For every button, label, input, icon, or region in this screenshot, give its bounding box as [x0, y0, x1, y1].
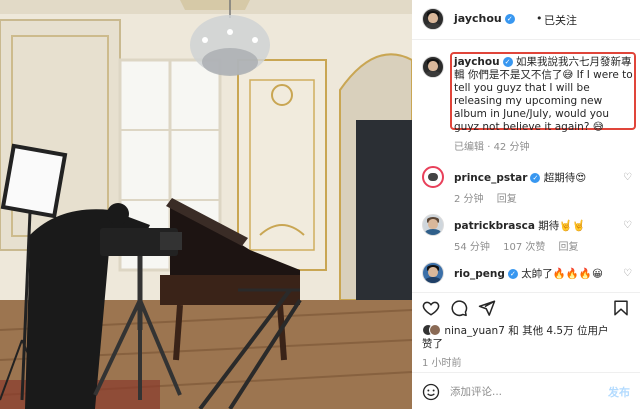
likes-line2: 赞了: [422, 338, 443, 350]
caption-meta-dot: ·: [487, 142, 491, 153]
verified-badge-icon: ✓: [502, 57, 513, 67]
comment-body: 期待🤘🤘: [538, 220, 586, 232]
comment-like-heart-icon[interactable]: ♡: [623, 268, 632, 279]
comment-body: 太帥了🔥🔥🔥😀: [521, 268, 603, 280]
likes-summary[interactable]: nina_yuan7 和 其他 4.5万 位用户 赞了: [422, 324, 634, 351]
caption-age: 42 分钟: [493, 142, 530, 153]
comment-age: 54 分钟: [454, 242, 490, 253]
verified-badge-icon: ✓: [504, 14, 515, 24]
comment-username[interactable]: patrickbrasca: [454, 220, 535, 232]
post-header: jaychou ✓ • 已关注: [412, 0, 640, 40]
verified-badge-icon: ✓: [507, 269, 518, 279]
follow-status-button[interactable]: 已关注: [544, 12, 577, 28]
add-comment-bar: 发布: [412, 372, 640, 409]
caption-username[interactable]: jaychou: [454, 56, 500, 68]
verified-badge-icon: ✓: [530, 173, 541, 183]
comment-username[interactable]: rio_peng: [454, 268, 505, 280]
post-comment-button[interactable]: 发布: [608, 384, 630, 400]
bookmark-icon[interactable]: [612, 299, 630, 317]
comment-icon[interactable]: [450, 299, 468, 317]
commenter-avatar[interactable]: [422, 166, 444, 188]
caption-edited-label: 已编辑: [454, 142, 484, 153]
post-panel: jaychou ✓ • 已关注 jaychou ✓ 如果我說我六七月發新專輯 你們是…: [412, 0, 640, 409]
comment-username[interactable]: prince_pstar: [454, 172, 527, 184]
comment-like-heart-icon[interactable]: ♡: [623, 172, 632, 183]
comment-age: 2 分钟: [454, 194, 484, 205]
liker-avatar: [429, 324, 441, 336]
caption-author-avatar[interactable]: [422, 56, 444, 78]
share-icon[interactable]: [478, 299, 496, 317]
reply-button[interactable]: 回复: [559, 242, 579, 253]
action-bar: [412, 292, 640, 320]
comment-body: 超期待😍: [543, 172, 587, 184]
comment-like-heart-icon[interactable]: ♡: [623, 220, 632, 231]
caption-meta: 已编辑 · 42 分钟: [454, 138, 529, 153]
post-photo[interactable]: [0, 0, 412, 409]
header-separator: •: [536, 12, 543, 25]
commenter-avatar[interactable]: [422, 214, 444, 236]
comment-meta: 54 分钟 107 次赞 回复: [454, 238, 589, 253]
author-username[interactable]: jaychou ✓: [454, 12, 515, 25]
comment-text: patrickbrasca 期待🤘🤘: [454, 218, 585, 233]
heart-icon[interactable]: [422, 299, 440, 317]
commenter-avatar[interactable]: [422, 262, 444, 284]
author-avatar[interactable]: [422, 8, 444, 30]
author-username-text[interactable]: jaychou: [454, 12, 502, 25]
likes-line1[interactable]: nina_yuan7 和 其他 4.5万 位用户: [444, 325, 608, 337]
comment-likes[interactable]: 107 次赞: [503, 242, 545, 253]
photo-scene: [0, 0, 412, 409]
post-timestamp: 1 小时前: [422, 358, 462, 369]
smiley-icon[interactable]: [422, 383, 440, 401]
comment-text: prince_pstar ✓ 超期待😍: [454, 170, 586, 185]
reply-button[interactable]: 回复: [497, 194, 517, 205]
caption-text: jaychou ✓ 如果我說我六七月發新專輯 你們是不是又不信了😅 If I we…: [454, 56, 634, 134]
comment-text: rio_peng ✓ 太帥了🔥🔥🔥😀: [454, 266, 603, 281]
comment-input[interactable]: [450, 383, 580, 401]
comment-meta: 2 分钟 回复: [454, 190, 527, 205]
